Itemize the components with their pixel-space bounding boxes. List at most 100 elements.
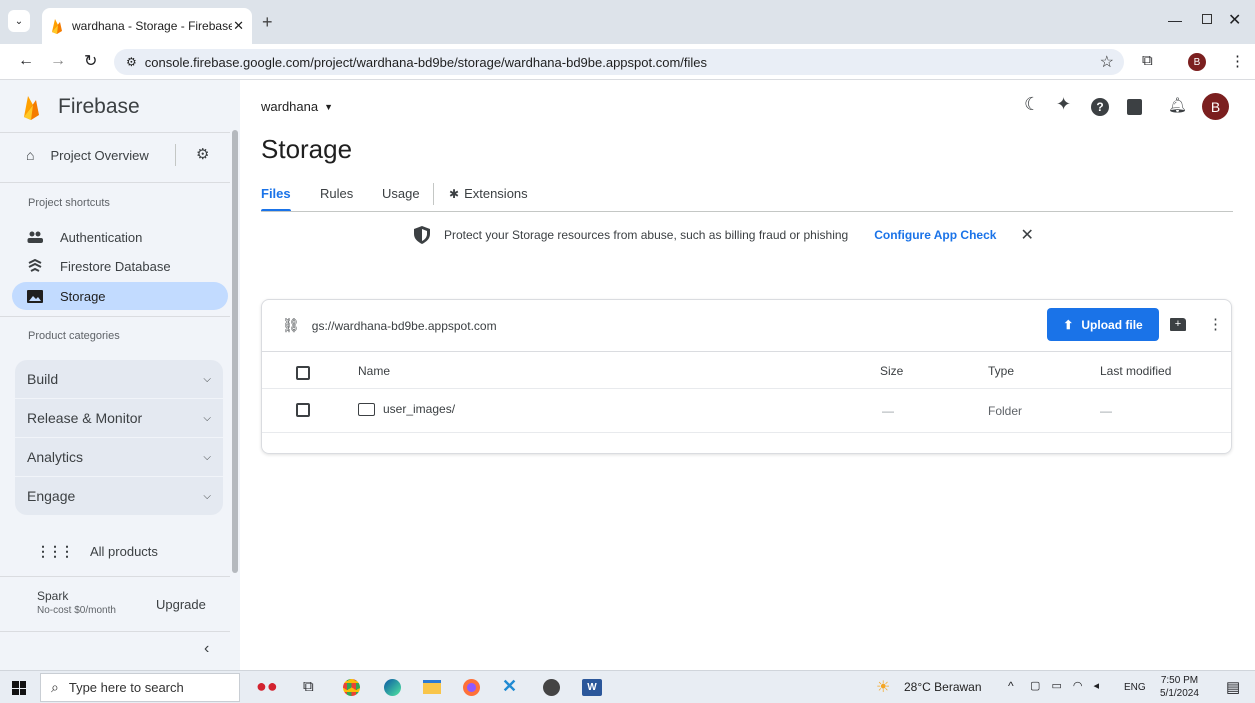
categories-heading: Product categories [28, 330, 120, 342]
notification-bell-icon[interactable]: 🔔︎ [1168, 96, 1187, 114]
col-size[interactable]: Size [880, 364, 903, 378]
bucket-path[interactable]: ⛓ gs://wardhana-bd9be.appspot.com [282, 317, 497, 334]
strawberry-icon[interactable]: ●● [256, 676, 278, 697]
tab-search-button[interactable]: ⌄ [8, 10, 30, 32]
sidebar-item-firestore[interactable]: Firestore Database [12, 252, 228, 280]
firebase-logo-icon [24, 96, 39, 120]
project-name: wardhana [261, 99, 319, 114]
help-icon[interactable]: ? [1091, 98, 1109, 116]
brand[interactable]: Firebase [22, 94, 140, 120]
upload-file-button[interactable]: ⬆ Upload file [1047, 308, 1159, 341]
tab-extensions[interactable]: ✱ Extensions [449, 186, 528, 201]
category-analytics[interactable]: Analytics ⌵ [15, 438, 223, 476]
category-release-monitor[interactable]: Release & Monitor ⌵ [15, 399, 223, 437]
file-explorer-icon[interactable] [423, 680, 441, 694]
col-last-modified[interactable]: Last modified [1100, 364, 1171, 378]
bucket-url: gs://wardhana-bd9be.appspot.com [311, 318, 497, 333]
browser-menu-icon[interactable]: ⋮ [1230, 52, 1245, 70]
sidebar-scrollbar[interactable] [232, 130, 238, 573]
upload-label: Upload file [1081, 317, 1143, 332]
project-overview-link[interactable]: ⌂ Project Overview [26, 147, 149, 163]
word-icon[interactable]: W [582, 679, 602, 696]
browser-tab[interactable]: wardhana - Storage - Firebase c ✕ [42, 8, 252, 44]
category-label: Engage [27, 488, 76, 504]
extensions-puzzle-icon: ✱ [449, 186, 460, 201]
close-window-button[interactable]: ✕ [1228, 10, 1241, 30]
reload-icon[interactable]: ↻ [84, 51, 97, 71]
shield-icon [414, 226, 430, 244]
profile-initial: B [1193, 56, 1201, 68]
brand-name: Firebase [58, 95, 140, 118]
clock[interactable]: 7:50 PM 5/1/2024 [1160, 674, 1199, 700]
windows-taskbar: ⌕ Type here to search ●● ⧉ ✕ W ☀ 28°C Be… [0, 670, 1255, 703]
account-avatar[interactable]: B [1202, 93, 1229, 120]
category-build[interactable]: Build ⌵ [15, 360, 223, 398]
folder-icon [358, 402, 375, 416]
select-all-checkbox[interactable] [296, 366, 310, 380]
tray-icons[interactable]: ▢ ▭ ◠ ◂ [1030, 679, 1103, 692]
language-indicator[interactable]: ENG [1124, 682, 1146, 693]
tab-files[interactable]: Files [261, 186, 291, 201]
new-tab-button[interactable]: + [262, 12, 273, 33]
upgrade-button[interactable]: Upgrade [156, 597, 206, 612]
bookmark-star-icon[interactable]: ☆ [1100, 52, 1114, 72]
url-field[interactable]: ⚙ console.firebase.google.com/project/wa… [114, 49, 1124, 75]
weather-icon: ☀ [876, 679, 891, 696]
dark-mode-icon[interactable]: ☾ [1024, 94, 1040, 115]
sidebar-item-storage[interactable]: Storage [12, 282, 228, 310]
profile-avatar[interactable]: B [1188, 53, 1206, 71]
tab-label: Rules [320, 186, 354, 201]
notification-center-icon[interactable]: ▤ [1226, 678, 1240, 696]
row-checkbox[interactable] [296, 403, 310, 417]
row-type: Folder [988, 404, 1023, 418]
tab-usage[interactable]: Usage [382, 186, 420, 201]
windows-start-icon[interactable] [12, 681, 26, 695]
more-options-icon[interactable]: ⋮ [1208, 315, 1223, 333]
project-overview-label: Project Overview [50, 147, 149, 163]
vscode-icon[interactable]: ✕ [502, 676, 517, 697]
browser-address-bar: ← → ↻ ⚙ console.firebase.google.com/proj… [0, 44, 1255, 80]
project-selector[interactable]: wardhana ▼ [261, 99, 333, 114]
tray-chevron-icon[interactable]: ^ [1008, 679, 1014, 693]
plan-info: Spark No-cost $0/month [37, 589, 116, 616]
all-products-link[interactable]: ⋮⋮⋮ All products [36, 543, 158, 560]
firefox-icon[interactable] [463, 679, 480, 696]
minimize-button[interactable]: — [1168, 12, 1182, 28]
app-check-banner: Protect your Storage resources from abus… [414, 225, 1034, 245]
row-modified: — [1100, 404, 1112, 418]
notes-icon[interactable] [1127, 99, 1142, 115]
restore-button[interactable] [1202, 14, 1212, 24]
firestore-icon [26, 259, 44, 273]
gemini-sparkle-icon[interactable]: ✦ [1056, 94, 1071, 115]
back-icon[interactable]: ← [18, 52, 34, 70]
tab-rules[interactable]: Rules [320, 186, 353, 201]
close-tab-icon[interactable]: ✕ [233, 18, 244, 34]
collapse-sidebar-button[interactable]: ‹ [204, 640, 209, 658]
settings-gear-icon[interactable]: ⚙ [196, 145, 209, 163]
edge-icon[interactable] [384, 679, 401, 696]
link-icon: ⛓ [282, 317, 300, 333]
weather-text[interactable]: 28°C Berawan [904, 680, 982, 694]
files-card: ⛓ gs://wardhana-bd9be.appspot.com ⬆ Uplo… [261, 299, 1232, 454]
task-view-icon[interactable]: ⧉ [303, 678, 314, 695]
col-name[interactable]: Name [358, 364, 390, 378]
taskbar-search-box[interactable]: ⌕ Type here to search [40, 673, 240, 702]
forward-icon[interactable]: → [50, 52, 66, 70]
col-type[interactable]: Type [988, 364, 1014, 378]
close-banner-icon[interactable]: ✕ [1020, 225, 1033, 245]
new-folder-icon[interactable]: + [1170, 318, 1186, 331]
table-row[interactable]: user_images/ [358, 402, 455, 416]
chrome-profile-icon[interactable] [543, 679, 560, 696]
site-info-icon[interactable]: ⚙ [126, 55, 137, 69]
sidebar-item-authentication[interactable]: Authentication [12, 223, 228, 251]
home-icon: ⌂ [26, 147, 35, 163]
avatar-initial: B [1210, 98, 1221, 115]
grid-icon: ⋮⋮⋮ [36, 543, 74, 559]
chrome-icon[interactable] [343, 679, 360, 696]
chevron-down-icon: ⌵ [203, 412, 211, 424]
category-engage[interactable]: Engage ⌵ [15, 477, 223, 515]
configure-app-check-link[interactable]: Configure App Check [874, 228, 996, 242]
extensions-icon[interactable]: ⧉ [1142, 52, 1153, 69]
tab-label: Usage [382, 186, 420, 201]
plan-name: Spark [37, 589, 69, 603]
